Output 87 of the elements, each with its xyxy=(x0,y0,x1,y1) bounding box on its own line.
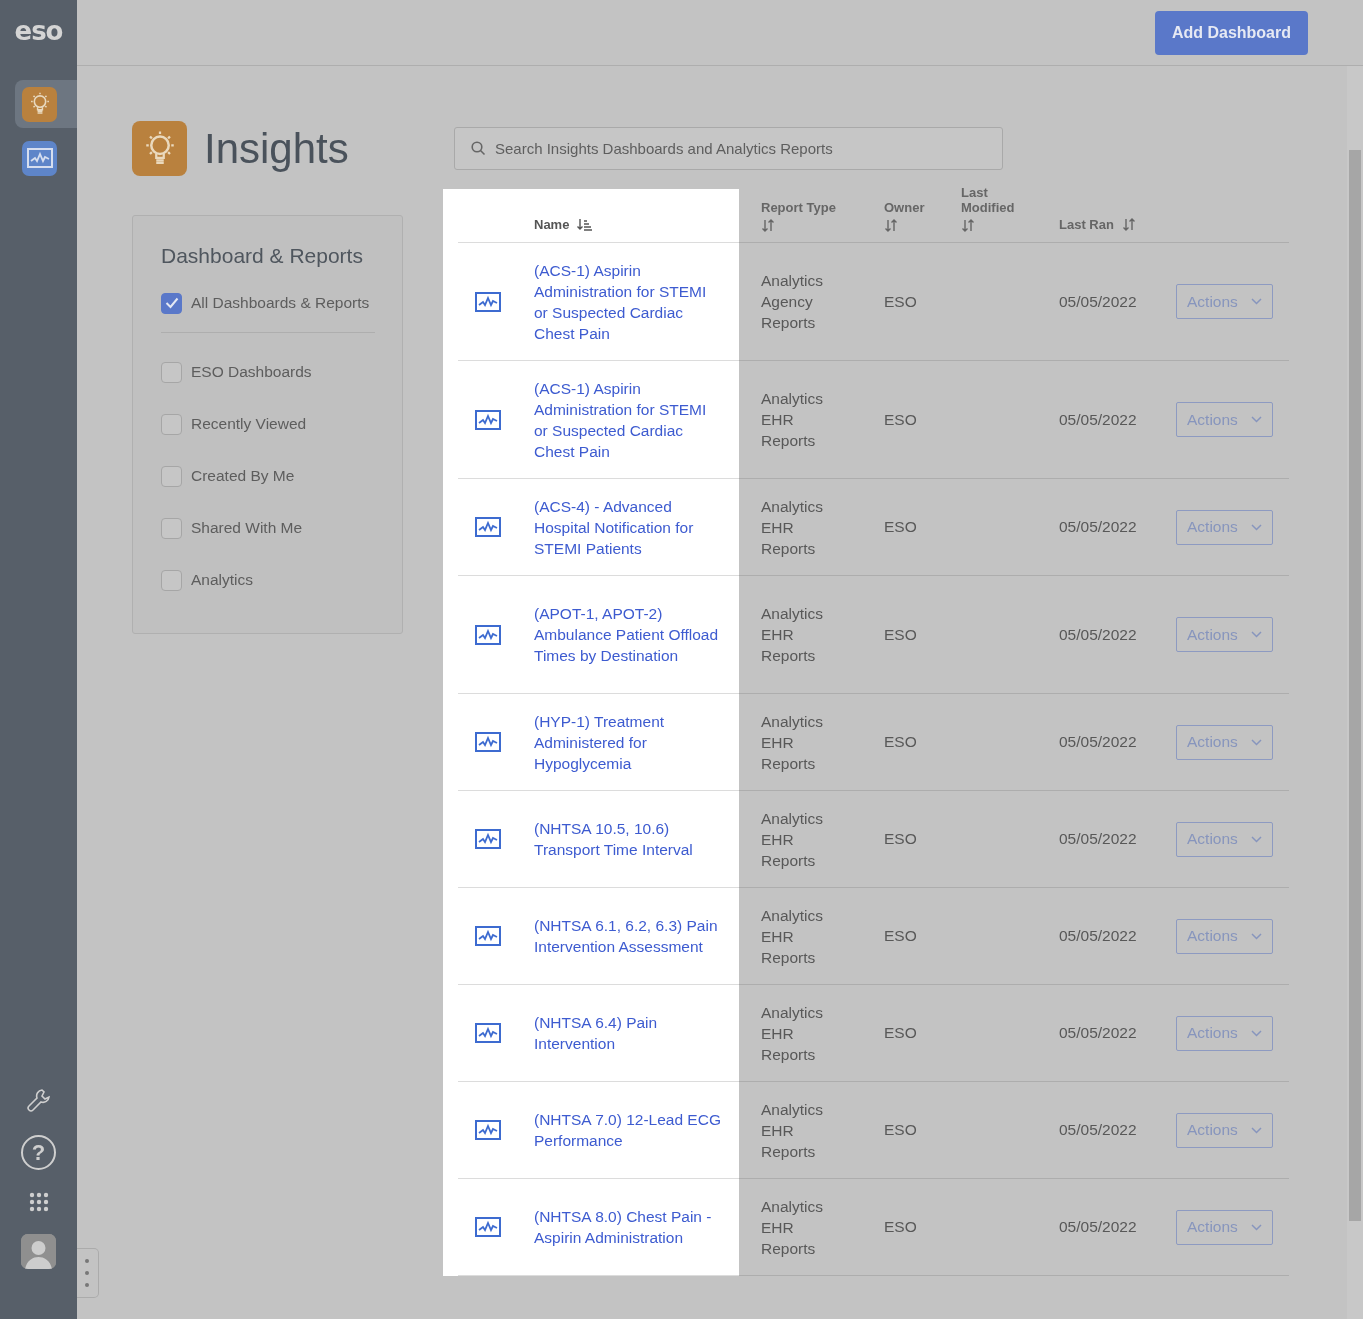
report-link[interactable]: (NHTSA 6.1, 6.2, 6.3) Pain Intervention Assessment xyxy=(534,915,721,957)
page-title: Insights xyxy=(204,124,350,173)
report-link[interactable]: (NHTSA 10.5, 10.6) Transport Time Interval xyxy=(534,818,721,860)
chevron-down-icon xyxy=(1251,835,1262,843)
checkbox[interactable] xyxy=(161,292,182,314)
column-header[interactable]: Name xyxy=(534,217,570,232)
app-switch-button[interactable] xyxy=(15,80,77,128)
wrench-icon[interactable] xyxy=(25,1087,52,1113)
filter-label[interactable]: Analytics xyxy=(191,571,254,589)
filter-label[interactable]: Created By Me xyxy=(191,467,295,485)
last-ran-date: 05/05/2022 xyxy=(1059,1024,1137,1042)
report-type: Analytics EHR Reports xyxy=(761,711,825,774)
owner: ESO xyxy=(884,625,917,644)
report-link[interactable]: (ACS-1) Aspirin Administration for STEMI or Suspected Cardiac Chest Pain xyxy=(534,259,721,344)
checkbox[interactable] xyxy=(161,465,182,487)
search-field[interactable]: Search Insights Dashboards and Analytics Reports xyxy=(454,127,1003,170)
last-ran-date: 05/05/2022 xyxy=(1059,733,1137,751)
checkbox[interactable] xyxy=(161,517,182,539)
report-link[interactable]: (ACS-1) Aspirin Administration for STEMI or Suspected Cardiac Chest Pain xyxy=(534,377,721,462)
report-link[interactable]: (NHTSA 6.4) Pain Intervention xyxy=(534,1012,721,1054)
logo: eso xyxy=(14,16,63,46)
column-header[interactable]: Owner xyxy=(884,200,925,215)
report-link[interactable]: (NHTSA 8.0) Chest Pain - Aspirin Administration xyxy=(534,1206,721,1248)
lightbulb-icon xyxy=(132,121,187,176)
check-icon xyxy=(164,297,179,309)
owner: ESO xyxy=(884,292,917,311)
chevron-down-icon xyxy=(1251,298,1262,305)
avatar-icon[interactable] xyxy=(21,1234,56,1269)
report-link[interactable]: (HYP-1) Treatment Administered for Hypoglycemia xyxy=(534,710,721,774)
report-type: Analytics EHR Reports xyxy=(761,389,825,451)
last-ran-date: 05/05/2022 xyxy=(1059,625,1137,644)
chevron-down-icon xyxy=(1251,416,1262,423)
checkbox[interactable] xyxy=(161,413,182,435)
report-type: Analytics Agency Reports xyxy=(761,271,825,333)
sort-icon[interactable] xyxy=(1121,218,1137,231)
owner: ESO xyxy=(884,1218,917,1236)
chevron-down-icon xyxy=(1251,932,1262,940)
checkbox[interactable] xyxy=(161,361,182,383)
sort-icon[interactable] xyxy=(577,218,593,231)
last-ran-date: 05/05/2022 xyxy=(1059,518,1137,536)
chevron-down-icon xyxy=(1251,738,1262,746)
column-header[interactable]: Last Ran xyxy=(1059,217,1114,232)
owner: ESO xyxy=(884,518,917,536)
column-header[interactable]: Report Type xyxy=(761,200,836,215)
last-ran-date: 05/05/2022 xyxy=(1059,927,1137,945)
chevron-down-icon xyxy=(1251,523,1262,531)
report-type: Analytics EHR Reports xyxy=(761,1002,825,1065)
app-grid-icon[interactable] xyxy=(28,1192,49,1212)
last-ran-date: 05/05/2022 xyxy=(1059,410,1137,429)
checkbox[interactable] xyxy=(161,569,182,591)
owner: ESO xyxy=(884,830,917,848)
report-link[interactable]: (ACS-4) - Advanced Hospital Notification for STEMI Patients xyxy=(534,495,721,559)
filter-label[interactable]: Recently Viewed xyxy=(191,415,307,433)
filter-label[interactable]: All Dashboards & Reports xyxy=(191,294,370,312)
report-type: Analytics EHR Reports xyxy=(761,905,825,968)
last-ran-date: 05/05/2022 xyxy=(1059,1121,1137,1139)
chevron-down-icon xyxy=(1251,1126,1262,1134)
report-link[interactable]: (APOT-1, APOT-2) Ambulance Patient Offload Times by Destination xyxy=(534,603,721,666)
chevron-down-icon xyxy=(1251,631,1262,638)
sort-icon[interactable] xyxy=(884,219,899,232)
report-type: Analytics EHR Reports xyxy=(761,808,825,871)
owner: ESO xyxy=(884,1024,917,1042)
report-type: Analytics EHR Reports xyxy=(761,1099,825,1162)
chevron-down-icon xyxy=(1251,1029,1262,1037)
column-header[interactable]: Last Modified xyxy=(961,185,1021,215)
lightbulb-icon xyxy=(22,86,57,122)
scrollbar[interactable] xyxy=(1347,66,1363,1319)
filter-label[interactable]: Shared With Me xyxy=(191,519,303,537)
report-type: Analytics EHR Reports xyxy=(761,1196,825,1259)
owner: ESO xyxy=(884,1121,917,1139)
owner: ESO xyxy=(884,410,917,429)
last-ran-date: 05/05/2022 xyxy=(1059,830,1137,848)
last-ran-date: 05/05/2022 xyxy=(1059,292,1137,311)
panel-handle[interactable] xyxy=(77,1248,99,1298)
sort-icon[interactable] xyxy=(961,219,976,232)
help-icon[interactable]: ? xyxy=(21,1135,56,1170)
report-link[interactable]: (NHTSA 7.0) 12-Lead ECG Performance xyxy=(534,1109,721,1151)
report-type: Analytics EHR Reports xyxy=(761,496,825,559)
sort-icon[interactable] xyxy=(761,219,776,232)
owner: ESO xyxy=(884,733,917,751)
report-type: Analytics EHR Reports xyxy=(761,604,825,666)
owner: ESO xyxy=(884,927,917,945)
filter-label[interactable]: ESO Dashboards xyxy=(191,363,312,381)
chevron-down-icon xyxy=(1251,1223,1262,1231)
add-dashboard-button[interactable]: Add Dashboard xyxy=(1154,10,1308,55)
last-ran-date: 05/05/2022 xyxy=(1059,1218,1137,1236)
filter-title: Dashboard & Reports xyxy=(161,244,364,268)
